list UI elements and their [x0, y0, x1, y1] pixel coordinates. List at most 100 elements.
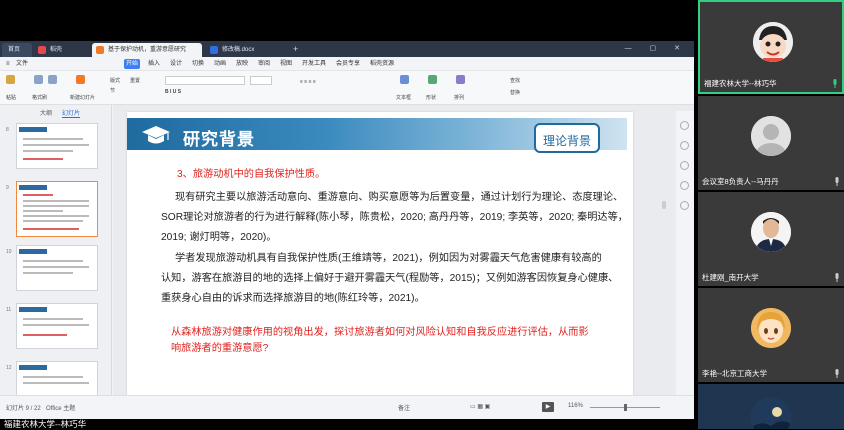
participant-list: 福建农林大学--林巧华 会议室8负责人--马丹丹 杜建刚_南开大学 李艳--北京…	[698, 0, 844, 429]
slide-text-line-highlight: 从森林旅游对健康作用的视角出发，探讨旅游者如何对风险认知和自我反应进行评估，从而…	[171, 327, 589, 338]
new-tab-button[interactable]: +	[290, 43, 304, 57]
replace-button[interactable]: 替换	[510, 89, 520, 96]
slide-editing-canvas: 研究背景 理论背景 3、旅游动机中的自我保护性质。 现有研究主要以旅游活动意向、…	[113, 105, 694, 397]
status-bar: 幻灯片 9 / 22 Office 主题 备注 ▭ ▦ ▣ ▶ 116%	[0, 395, 694, 419]
paste-icon[interactable]	[6, 75, 15, 84]
participant-name: 会议室8负责人--马丹丹	[702, 177, 779, 186]
screen: 首页 稻壳 基于保护动机，重游意愿研究 修改稿.docx + — ▢ ✕ ≡ 文…	[0, 0, 844, 429]
menu-file[interactable]: 文件	[14, 59, 30, 69]
notes-toggle[interactable]: 备注	[398, 403, 410, 412]
format-painter-label: 格式刷	[32, 95, 48, 101]
menu-view[interactable]: 视图	[278, 59, 294, 69]
participant-tile[interactable]: 杜建刚_南开大学	[698, 192, 844, 286]
view-buttons[interactable]: ▭ ▦ ▣	[470, 403, 490, 410]
paragraph-controls[interactable]: ≡ ≡ ≡ ≡	[300, 79, 316, 85]
slides-tab[interactable]: 幻灯片	[62, 108, 81, 118]
sky-avatar	[751, 398, 791, 429]
participant-tile[interactable]: 李艳--北京工商大学	[698, 288, 844, 382]
tool-icon[interactable]	[680, 121, 689, 130]
thumb-line	[23, 215, 89, 217]
text-box-icon[interactable]	[400, 75, 409, 84]
word-file-icon	[210, 46, 218, 54]
layout-button[interactable]: 版式	[110, 77, 120, 84]
tab-presentation-label: 基于保护动机，重游意愿研究	[108, 47, 187, 53]
slide-thumbnail-11[interactable]	[16, 303, 98, 349]
arrange-label: 排列	[454, 95, 465, 101]
thumb-header	[19, 185, 47, 190]
new-slide-icon[interactable]	[76, 75, 85, 84]
menu-developer[interactable]: 开发工具	[300, 59, 328, 69]
participant-tile[interactable]	[698, 384, 844, 429]
thumbnail-number: 10	[6, 249, 12, 255]
person-photo-icon	[751, 212, 791, 252]
tool-icon[interactable]	[680, 181, 689, 190]
reset-button[interactable]: 重置	[130, 77, 140, 84]
ppt-file-icon	[96, 46, 104, 54]
cut-icon[interactable]	[34, 75, 43, 84]
right-tool-strip	[676, 111, 694, 395]
tool-icon[interactable]	[680, 161, 689, 170]
slide-header: 研究背景 理论背景	[127, 112, 633, 156]
menu-animation[interactable]: 动画	[212, 59, 228, 69]
canvas-scrollbar[interactable]	[662, 201, 666, 209]
section-button[interactable]: 节	[110, 87, 115, 94]
cartoon-face-icon	[753, 22, 793, 62]
window-controls[interactable]: — ▢ ✕	[625, 44, 688, 52]
slide-thumbnail-panel: 大纲 幻灯片 8 9 10 11 12	[0, 105, 112, 407]
thumbnail-number: 12	[6, 365, 12, 371]
find-button[interactable]: 查找	[510, 77, 520, 84]
font-size-dropdown[interactable]	[250, 76, 272, 85]
menu-member[interactable]: 会员专享	[334, 59, 362, 69]
tool-icon[interactable]	[680, 201, 689, 210]
zoom-slider-handle[interactable]	[624, 404, 627, 411]
slide-thumbnail-9-selected[interactable]	[16, 181, 98, 237]
menu-docer-resources[interactable]: 稻壳资源	[368, 59, 396, 69]
tab-document[interactable]: 修改稿.docx	[206, 43, 286, 57]
slide-text-line-highlight: 响旅游者的重游意愿?	[171, 343, 269, 354]
thumb-line	[23, 205, 89, 207]
menu-review[interactable]: 审阅	[256, 59, 272, 69]
participant-tile[interactable]: 福建农林大学--林巧华	[698, 0, 844, 94]
play-slideshow-icon[interactable]: ▶	[542, 402, 554, 412]
menu-design[interactable]: 设计	[168, 59, 184, 69]
photo-avatar	[751, 212, 791, 252]
thumb-line	[23, 334, 67, 336]
participant-tile[interactable]: 会议室8负责人--马丹丹	[698, 96, 844, 190]
tab-presentation[interactable]: 基于保护动机，重游意愿研究	[92, 43, 202, 57]
slide-text-line: 3、旅游动机中的自我保护性质。	[177, 169, 326, 180]
menu-slideshow[interactable]: 放映	[234, 59, 250, 69]
shape-icon[interactable]	[428, 75, 437, 84]
menu-icon[interactable]: ≡	[4, 59, 12, 69]
tab-bar: 首页 稻壳 基于保护动机，重游意愿研究 修改稿.docx + — ▢ ✕	[0, 41, 694, 57]
thumb-header	[19, 249, 47, 254]
slide-text-line: 现有研究主要以旅游活动意向、重游意向、购买意愿等为后置变量，通过计划行为理论、态…	[175, 192, 624, 203]
tool-icon[interactable]	[680, 141, 689, 150]
slide-text-line: 重获身心自由的诉求而选择旅游目的地(陈红玲等，2021)。	[161, 293, 425, 304]
slide-header-title: 研究背景	[183, 130, 255, 149]
thumb-line	[23, 200, 89, 202]
slide-thumbnail-10[interactable]	[16, 245, 98, 291]
menu-home[interactable]: 开始	[124, 59, 141, 69]
presentation-app-window: 首页 稻壳 基于保护动机，重游意愿研究 修改稿.docx + — ▢ ✕ ≡ 文…	[0, 41, 694, 419]
outline-tab[interactable]: 大纲	[40, 108, 52, 117]
copy-icon[interactable]	[48, 75, 57, 84]
thumb-line	[23, 228, 79, 230]
thumb-line	[23, 376, 83, 378]
menu-insert[interactable]: 插入	[146, 59, 162, 69]
arrange-icon[interactable]	[456, 75, 465, 84]
tab-document-label: 修改稿.docx	[222, 47, 255, 53]
tab-docer-label: 稻壳	[50, 47, 63, 53]
current-slide[interactable]: 研究背景 理论背景 3、旅游动机中的自我保护性质。 现有研究主要以旅游活动意向、…	[127, 112, 633, 397]
font-name-dropdown[interactable]	[165, 76, 245, 85]
participant-name: 李艳--北京工商大学	[702, 369, 767, 378]
cartoon-avatar	[753, 22, 793, 62]
bold-button[interactable]: B I U S	[165, 89, 181, 95]
slide-text-line: 认知，游客在旅游目的地的选择上偏好于避开雾霾天气(程励等，2015)；又例如游客…	[161, 273, 619, 284]
thumbnail-number: 11	[6, 307, 12, 313]
menu-transition[interactable]: 切换	[190, 59, 206, 69]
tab-home[interactable]: 首页	[2, 43, 32, 57]
thumb-line	[23, 138, 83, 140]
menu-bar: ≡ 文件 开始 插入 设计 切换 动画 放映 审阅 视图 开发工具 会员专享 稻…	[0, 57, 694, 71]
tab-docer[interactable]: 稻壳	[34, 43, 89, 57]
slide-thumbnail-8[interactable]	[16, 123, 98, 169]
